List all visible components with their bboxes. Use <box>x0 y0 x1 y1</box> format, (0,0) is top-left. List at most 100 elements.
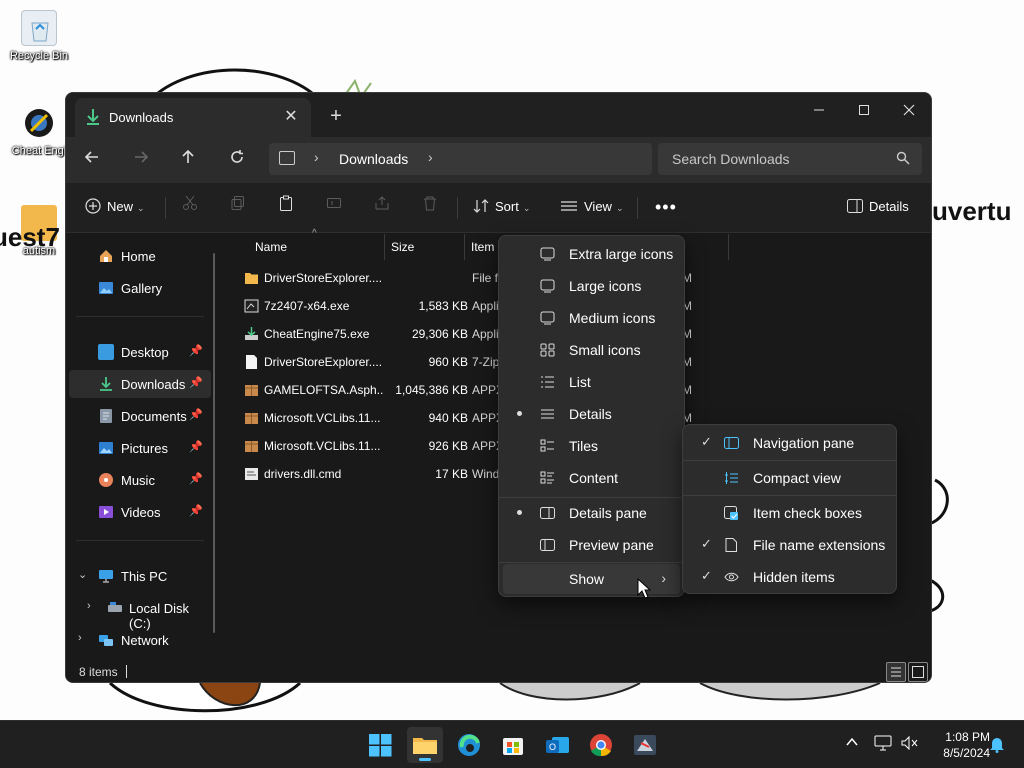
refresh-icon <box>231 150 243 163</box>
breadcrumb-downloads[interactable]: Downloads <box>339 151 408 167</box>
taskbar-game-app[interactable] <box>627 727 663 763</box>
pin-icon[interactable]: 📌 <box>189 408 203 421</box>
sidebar-item-music[interactable]: Music 📌 <box>69 466 211 494</box>
recycle-bin-desktop-icon[interactable]: Recycle Bin <box>0 10 78 62</box>
column-divider[interactable] <box>384 234 385 260</box>
tab-downloads[interactable]: Downloads ✕ <box>75 98 311 137</box>
menu-item-content[interactable]: Content <box>503 463 680 493</box>
menu-item-details[interactable]: Details <box>503 399 680 429</box>
title-bar[interactable]: Downloads ✕ + <box>66 93 931 137</box>
column-divider[interactable] <box>464 234 465 260</box>
preview-pane-icon <box>540 538 555 552</box>
sidebar-item-this-pc[interactable]: ⌄ This PC <box>69 562 211 590</box>
menu-item-show[interactable]: Show › <box>503 564 680 594</box>
menu-item-label: Details <box>569 406 612 422</box>
back-button[interactable] <box>77 145 107 175</box>
checkmark-icon: ✓ <box>701 568 712 583</box>
forward-button[interactable] <box>126 145 156 175</box>
chevron-down-icon[interactable]: ⌄ <box>78 568 87 581</box>
menu-item-extra-large-icons[interactable]: Extra large icons <box>503 239 680 269</box>
search-box[interactable]: Search Downloads <box>658 143 922 175</box>
paste-button[interactable] <box>278 193 294 221</box>
chevron-down-icon: ⌄ <box>522 203 531 213</box>
copy-button[interactable] <box>230 193 246 221</box>
chevron-right-icon[interactable]: › <box>428 149 433 165</box>
new-tab-button[interactable]: + <box>324 105 348 129</box>
sidebar-scrollbar[interactable] <box>213 253 215 633</box>
sidebar-item-downloads[interactable]: Downloads 📌 <box>69 370 211 398</box>
refresh-button[interactable] <box>222 145 252 175</box>
network-status-button[interactable] <box>874 735 892 754</box>
menu-item-hidden-items[interactable]: ✓ Hidden items <box>687 562 892 592</box>
sort-button[interactable]: Sort ⌄ <box>473 193 530 221</box>
taskbar-edge[interactable] <box>451 727 487 763</box>
maximize-button[interactable] <box>844 97 884 125</box>
chevron-right-icon[interactable]: › <box>314 149 319 165</box>
delete-button[interactable] <box>422 193 438 221</box>
menu-item-file-name-extensions[interactable]: ✓ File name extensions <box>687 530 892 560</box>
volume-button[interactable] <box>900 735 918 754</box>
menu-item-small-icons[interactable]: Small icons <box>503 335 680 365</box>
pin-icon[interactable]: 📌 <box>189 440 203 453</box>
videos-icon <box>99 506 113 518</box>
start-button[interactable] <box>362 727 398 763</box>
new-button[interactable]: New ⌄ <box>85 193 145 221</box>
share-button[interactable] <box>374 193 390 221</box>
view-button[interactable]: View ⌄ <box>560 193 624 221</box>
notifications-button[interactable] <box>989 735 1005 756</box>
taskbar-outlook[interactable]: O <box>539 727 575 763</box>
menu-item-medium-icons[interactable]: Medium icons <box>503 303 680 333</box>
cheat-engine-icon <box>21 105 57 141</box>
address-bar[interactable]: › Downloads › <box>269 143 652 175</box>
minimize-button[interactable] <box>799 97 839 125</box>
rename-button[interactable] <box>326 193 342 221</box>
close-window-button[interactable] <box>889 97 929 125</box>
details-pane-button[interactable]: Details <box>847 193 909 221</box>
sidebar-item-desktop[interactable]: Desktop 📌 <box>69 338 211 366</box>
sidebar-label: Gallery <box>121 281 163 296</box>
menu-item-large-icons[interactable]: Large icons <box>503 271 680 301</box>
close-tab-icon[interactable]: ✕ <box>281 107 301 127</box>
taskbar-store[interactable] <box>495 727 531 763</box>
show-hidden-icons-button[interactable] <box>845 735 859 752</box>
view-menu: Extra large icons Large icons Medium icons… <box>498 235 685 597</box>
sidebar-item-local-disk[interactable]: › Local Disk (C:) <box>69 594 211 631</box>
navigation-bar: › Downloads › Search Downloads <box>66 137 931 183</box>
sidebar-item-pictures[interactable]: Pictures 📌 <box>69 434 211 462</box>
menu-item-navigation-pane[interactable]: ✓ Navigation pane <box>687 428 892 458</box>
taskbar-file-explorer[interactable] <box>407 727 443 763</box>
column-header-size[interactable]: Size <box>391 240 414 254</box>
menu-item-preview-pane[interactable]: Preview pane <box>503 530 680 560</box>
menu-item-compact-view[interactable]: Compact view <box>687 463 892 493</box>
system-clock[interactable]: 1:08 PM 8/5/2024 <box>924 729 990 761</box>
chevron-right-icon[interactable]: › <box>87 600 91 612</box>
column-header-name[interactable]: Name <box>255 240 287 254</box>
details-view-toggle[interactable] <box>886 662 906 682</box>
sidebar-item-documents[interactable]: Documents 📌 <box>69 402 211 430</box>
column-divider[interactable] <box>728 234 729 260</box>
cut-button[interactable] <box>182 193 198 221</box>
sidebar-item-network[interactable]: › Network <box>69 626 211 654</box>
menu-item-details-pane[interactable]: Details pane <box>503 498 680 528</box>
store-icon <box>503 738 523 755</box>
more-options-button[interactable]: ••• <box>655 193 677 221</box>
sidebar-item-videos[interactable]: Videos 📌 <box>69 498 211 526</box>
sidebar-item-gallery[interactable]: Gallery <box>69 274 211 302</box>
chevron-right-icon[interactable]: › <box>78 632 82 644</box>
details-pane-icon <box>540 506 555 520</box>
bell-icon <box>990 738 1004 753</box>
menu-item-tiles[interactable]: Tiles <box>503 431 680 461</box>
pin-icon[interactable]: 📌 <box>189 504 203 517</box>
menu-item-list[interactable]: List <box>503 367 680 397</box>
taskbar-chrome[interactable] <box>583 727 619 763</box>
sidebar-item-home[interactable]: Home <box>69 242 211 270</box>
up-button[interactable] <box>173 145 203 175</box>
menu-item-item-check-boxes[interactable]: Item check boxes <box>687 498 892 528</box>
pin-icon[interactable]: 📌 <box>189 472 203 485</box>
ellipsis-icon: ••• <box>655 197 677 217</box>
large-icons-view-toggle[interactable] <box>908 662 928 682</box>
pin-icon[interactable]: 📌 <box>189 376 203 389</box>
column-header-type[interactable]: Item <box>471 240 494 254</box>
pin-icon[interactable]: 📌 <box>189 344 203 357</box>
sidebar-divider <box>76 316 204 317</box>
